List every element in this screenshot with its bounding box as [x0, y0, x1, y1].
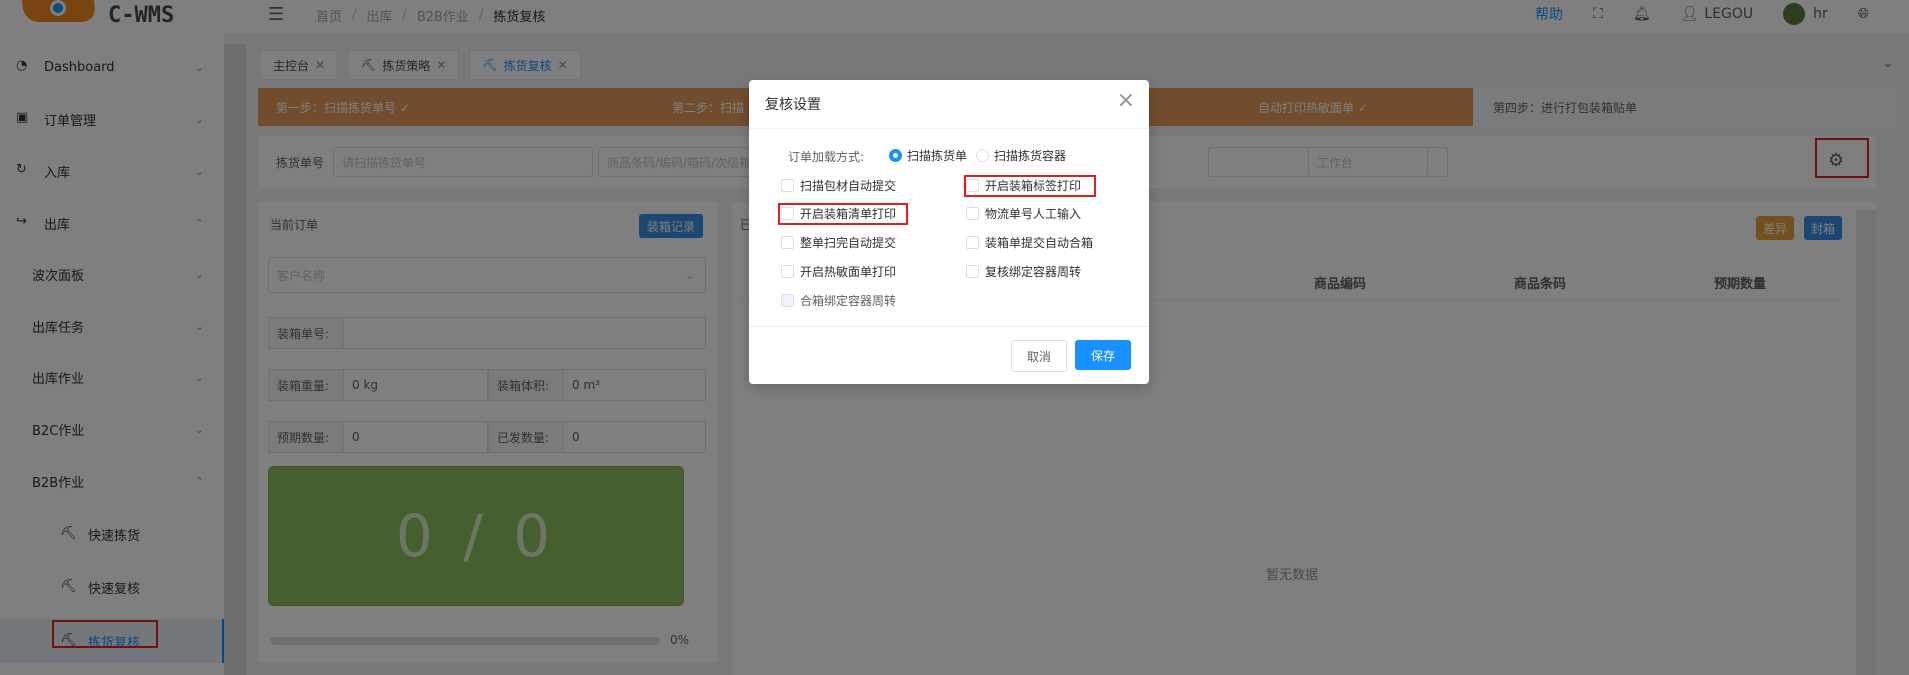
checkbox-label: 开启热敏面单打印 — [800, 265, 897, 279]
highlight-box-label-print — [964, 175, 1096, 197]
checkbox-label: 复核绑定容器周转 — [985, 265, 1082, 279]
chk-auto-submit-complete[interactable]: 整单扫完自动提交 — [781, 234, 896, 251]
chk-auto-merge-box[interactable]: 装箱单提交自动合箱 — [966, 234, 1093, 251]
checkbox-label: 扫描包材自动提交 — [800, 179, 897, 193]
cancel-button[interactable]: 取消 — [1011, 340, 1067, 372]
checkbox — [781, 265, 794, 278]
radio-dot — [976, 149, 989, 162]
checkbox-label: 装箱单提交自动合箱 — [985, 236, 1094, 250]
highlight-box-list-print — [778, 203, 908, 225]
checkbox — [966, 207, 979, 220]
checkbox — [781, 294, 794, 307]
chk-auto-submit-packing[interactable]: 扫描包材自动提交 — [781, 177, 896, 194]
dialog-title: 复核设置 — [765, 97, 821, 113]
checkbox-label: 整单扫完自动提交 — [800, 236, 897, 250]
radio-scan-pick-list[interactable]: 扫描拣货单 — [889, 147, 967, 164]
load-mode-label: 订单加载方式: — [788, 150, 865, 164]
close-icon[interactable]: × — [1117, 88, 1135, 113]
chk-manual-tracking[interactable]: 物流单号人工输入 — [966, 205, 1081, 222]
checkbox — [966, 265, 979, 278]
chk-merge-bind-container: 合箱绑定容器周转 — [781, 292, 896, 309]
radio-label: 扫描拣货容器 — [994, 149, 1067, 163]
checkbox — [966, 236, 979, 249]
radio-label: 扫描拣货单 — [907, 149, 968, 163]
chk-thermal-print[interactable]: 开启热敏面单打印 — [781, 263, 896, 280]
save-button[interactable]: 保存 — [1075, 340, 1131, 370]
radio-scan-pick-container[interactable]: 扫描拣货容器 — [976, 147, 1066, 164]
checkbox-label: 物流单号人工输入 — [985, 207, 1082, 221]
chk-review-bind-container[interactable]: 复核绑定容器周转 — [966, 263, 1081, 280]
checkbox — [781, 179, 794, 192]
divider — [749, 326, 1149, 327]
radio-dot — [889, 149, 902, 162]
divider — [749, 128, 1149, 129]
checkbox — [781, 236, 794, 249]
review-settings-dialog: 复核设置 × 订单加载方式: 扫描拣货单 扫描拣货容器 扫描包材自动提交 开启装… — [749, 80, 1149, 384]
checkbox-label: 合箱绑定容器周转 — [800, 294, 897, 308]
